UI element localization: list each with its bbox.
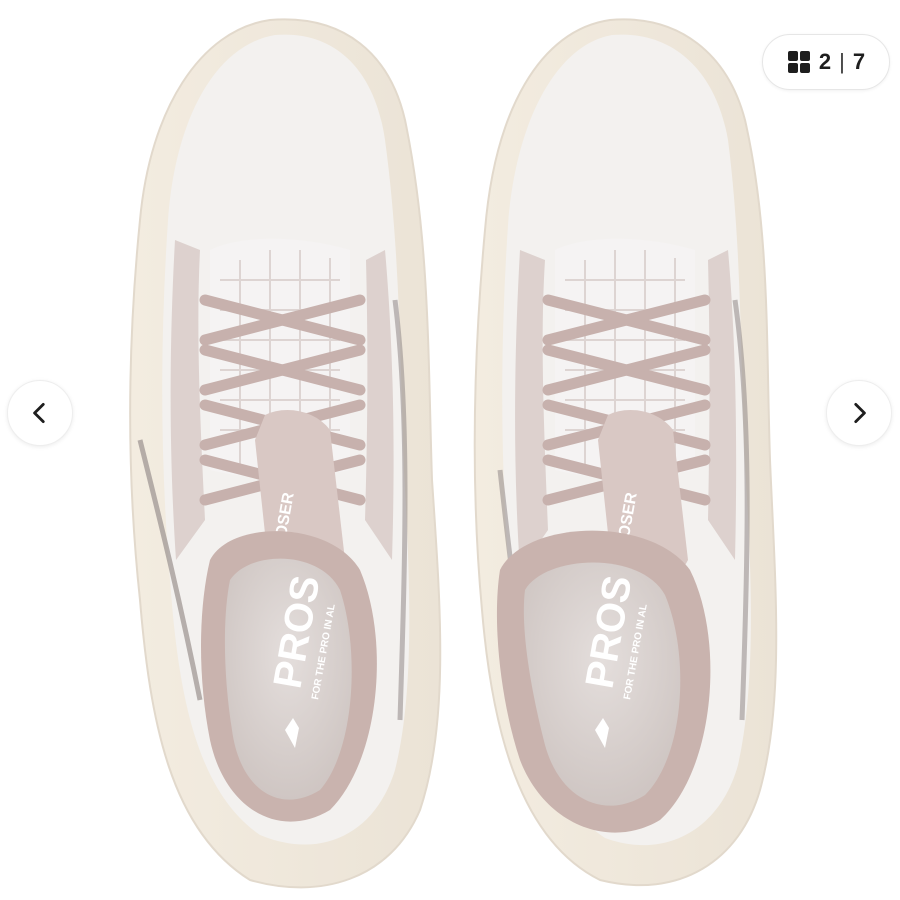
grid-icon [787,51,810,73]
previous-image-button[interactable] [7,380,73,446]
right-shoe: PROSER PROS FOR THE PRO IN AL [473,18,778,887]
product-gallery: PROSER PROS FOR THE PRO IN AL PROSER PRO… [0,0,900,900]
left-shoe: PROSER PROS FOR THE PRO IN AL [129,18,442,889]
total-image-count: 7 [852,49,866,74]
product-photo: PROSER PROS FOR THE PRO IN AL PROSER PRO… [129,18,778,889]
chevron-right-icon [854,402,866,424]
current-image-index: 2 [818,49,832,74]
counter-separator: | [839,49,845,74]
image-counter[interactable]: 2 | 7 [762,34,890,90]
next-image-button[interactable] [826,380,892,446]
chevron-left-icon [33,402,45,424]
